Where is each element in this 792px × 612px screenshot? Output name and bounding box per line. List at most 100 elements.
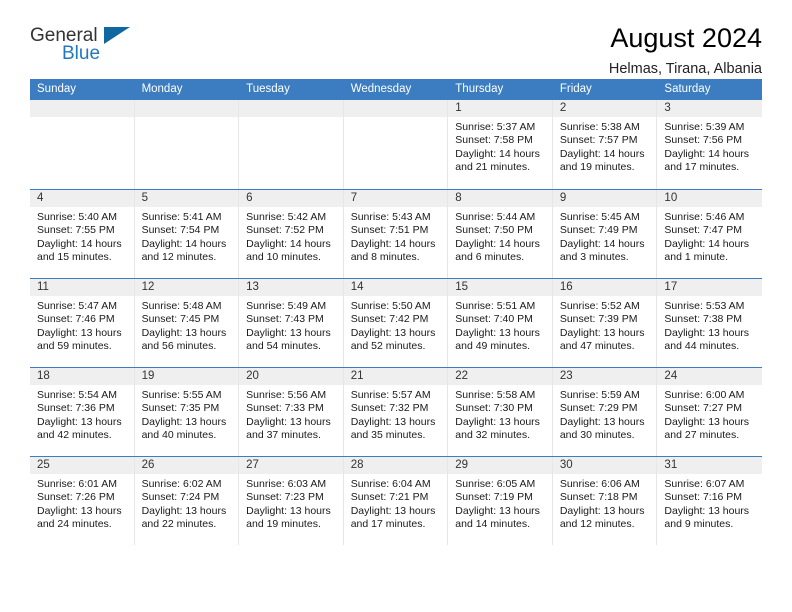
general-blue-logo[interactable]: General Blue [30, 24, 150, 72]
day-number: 9 [552, 190, 657, 207]
daylight-text: Daylight: 14 hours and 21 minutes. [455, 147, 540, 174]
weekday-header-row: Sunday Monday Tuesday Wednesday Thursday… [30, 79, 762, 100]
day-number: 18 [30, 368, 134, 385]
daylight-text: Daylight: 13 hours and 37 minutes. [246, 415, 331, 442]
sunset-text: Sunset: 7:35 PM [141, 402, 220, 415]
day-number: 24 [657, 368, 762, 385]
sunrise-text: Sunrise: 5:59 AM [559, 389, 640, 401]
calendar-day-cell[interactable]: 2 Sunrise: 5:38 AM Sunset: 7:57 PM Daylight… [552, 100, 658, 189]
calendar-day-cell[interactable]: 30 Sunrise: 6:06 AM Sunset: 7:18 PM Dayligh… [552, 457, 658, 545]
calendar-day-cell[interactable]: 3 Sunrise: 5:39 AM Sunset: 7:56 PM Daylight… [657, 100, 762, 189]
calendar-day-cell[interactable]: 14 Sunrise: 5:50 AM Sunset: 7:42 PM Dayligh… [343, 279, 449, 367]
calendar-day-cell[interactable]: 1 Sunrise: 5:37 AM Sunset: 7:58 PM Daylight… [448, 100, 553, 189]
calendar-day-cell[interactable]: 20 Sunrise: 5:56 AM Sunset: 7:33 PM Dayligh… [239, 368, 344, 456]
day-details: Sunrise: 6:02 AM Sunset: 7:24 PM Daylight:… [135, 474, 239, 532]
day-details: Sunrise: 5:40 AM Sunset: 7:55 PM Daylight:… [30, 207, 134, 265]
sunset-text: Sunset: 7:49 PM [559, 224, 638, 237]
calendar-day-cell[interactable]: 15 Sunrise: 5:51 AM Sunset: 7:40 PM Dayligh… [448, 279, 553, 367]
calendar-day-cell[interactable]: 19 Sunrise: 5:55 AM Sunset: 7:35 PM Dayligh… [134, 368, 240, 456]
daylight-text: Daylight: 14 hours and 8 minutes. [350, 237, 436, 264]
daylight-text: Daylight: 13 hours and 49 minutes. [455, 326, 540, 353]
day-details: Sunrise: 5:57 AM Sunset: 7:32 PM Daylight:… [344, 385, 448, 443]
day-number: 22 [448, 368, 552, 385]
calendar-day-cell-empty [343, 100, 449, 189]
day-number: 25 [30, 457, 134, 474]
calendar-day-cell[interactable]: 6 Sunrise: 5:42 AM Sunset: 7:52 PM Daylight… [239, 190, 344, 278]
sunrise-text: Sunrise: 5:47 AM [37, 300, 117, 312]
daylight-text: Daylight: 13 hours and 44 minutes. [664, 326, 750, 353]
sunset-text: Sunset: 7:24 PM [141, 491, 220, 504]
day-details: Sunrise: 5:39 AM Sunset: 7:56 PM Daylight:… [657, 117, 762, 175]
daylight-text: Daylight: 13 hours and 42 minutes. [37, 415, 122, 442]
calendar-day-cell[interactable]: 12 Sunrise: 5:48 AM Sunset: 7:45 PM Dayligh… [134, 279, 240, 367]
calendar-day-cell[interactable]: 10 Sunrise: 5:46 AM Sunset: 7:47 PM Dayligh… [657, 190, 762, 278]
sunset-text: Sunset: 7:51 PM [350, 224, 429, 237]
calendar-week-row: 18 Sunrise: 5:54 AM Sunset: 7:36 PM Dayligh… [30, 367, 762, 456]
sunset-text: Sunset: 7:23 PM [246, 491, 324, 504]
sunrise-text: Sunrise: 5:53 AM [664, 300, 745, 312]
sunrise-text: Sunrise: 5:39 AM [664, 121, 745, 133]
sunset-text: Sunset: 7:47 PM [664, 224, 743, 237]
calendar-day-cell[interactable]: 11 Sunrise: 5:47 AM Sunset: 7:46 PM Dayligh… [30, 279, 135, 367]
calendar-day-cell[interactable]: 28 Sunrise: 6:04 AM Sunset: 7:21 PM Dayligh… [343, 457, 449, 545]
day-number: 19 [134, 368, 239, 385]
sunrise-text: Sunrise: 6:01 AM [37, 478, 117, 490]
day-number: 23 [552, 368, 657, 385]
sunset-text: Sunset: 7:39 PM [559, 313, 638, 326]
day-details: Sunrise: 5:56 AM Sunset: 7:33 PM Daylight:… [239, 385, 343, 443]
calendar-day-cell[interactable]: 13 Sunrise: 5:49 AM Sunset: 7:43 PM Dayligh… [239, 279, 344, 367]
daylight-text: Daylight: 13 hours and 22 minutes. [141, 504, 227, 531]
calendar-day-cell[interactable]: 27 Sunrise: 6:03 AM Sunset: 7:23 PM Dayligh… [239, 457, 344, 545]
day-number [134, 100, 239, 117]
calendar-day-cell[interactable]: 18 Sunrise: 5:54 AM Sunset: 7:36 PM Dayligh… [30, 368, 135, 456]
calendar-day-cell[interactable]: 7 Sunrise: 5:43 AM Sunset: 7:51 PM Daylight… [343, 190, 449, 278]
day-number [239, 100, 343, 117]
calendar-day-cell[interactable]: 17 Sunrise: 5:53 AM Sunset: 7:38 PM Dayligh… [657, 279, 762, 367]
daylight-text: Daylight: 14 hours and 6 minutes. [455, 237, 540, 264]
sunset-text: Sunset: 7:30 PM [455, 402, 533, 415]
calendar-day-cell[interactable]: 25 Sunrise: 6:01 AM Sunset: 7:26 PM Dayligh… [30, 457, 135, 545]
sunset-text: Sunset: 7:19 PM [455, 491, 533, 504]
day-number: 20 [239, 368, 343, 385]
daylight-text: Daylight: 13 hours and 12 minutes. [559, 504, 645, 531]
calendar-day-cell[interactable]: 16 Sunrise: 5:52 AM Sunset: 7:39 PM Dayligh… [552, 279, 658, 367]
day-number: 10 [657, 190, 762, 207]
calendar-day-cell[interactable]: 4 Sunrise: 5:40 AM Sunset: 7:55 PM Daylight… [30, 190, 135, 278]
title-block: August 2024 Helmas, Tirana, Albania [609, 23, 762, 78]
sunrise-text: Sunrise: 5:58 AM [455, 389, 536, 401]
calendar-day-cell[interactable]: 9 Sunrise: 5:45 AM Sunset: 7:49 PM Daylight… [552, 190, 658, 278]
day-details: Sunrise: 5:53 AM Sunset: 7:38 PM Daylight:… [657, 296, 762, 354]
sunset-text: Sunset: 7:38 PM [664, 313, 743, 326]
calendar-day-cell[interactable]: 22 Sunrise: 5:58 AM Sunset: 7:30 PM Dayligh… [448, 368, 553, 456]
calendar-day-cell[interactable]: 5 Sunrise: 5:41 AM Sunset: 7:54 PM Daylight… [134, 190, 240, 278]
calendar-day-cell[interactable]: 29 Sunrise: 6:05 AM Sunset: 7:19 PM Dayligh… [448, 457, 553, 545]
day-details: Sunrise: 5:38 AM Sunset: 7:57 PM Daylight:… [553, 117, 657, 175]
calendar-day-cell[interactable]: 23 Sunrise: 5:59 AM Sunset: 7:29 PM Dayligh… [552, 368, 658, 456]
calendar-day-cell[interactable]: 24 Sunrise: 6:00 AM Sunset: 7:27 PM Dayligh… [657, 368, 762, 456]
day-number: 28 [343, 457, 448, 474]
calendar-week-row: 25 Sunrise: 6:01 AM Sunset: 7:26 PM Dayligh… [30, 456, 762, 545]
daylight-text: Daylight: 13 hours and 59 minutes. [37, 326, 122, 353]
calendar-day-cell[interactable]: 21 Sunrise: 5:57 AM Sunset: 7:32 PM Dayligh… [343, 368, 449, 456]
calendar-grid: Sunday Monday Tuesday Wednesday Thursday… [30, 79, 762, 545]
day-details: Sunrise: 5:43 AM Sunset: 7:51 PM Daylight:… [344, 207, 448, 265]
calendar-page: General Blue August 2024 Helmas, Tirana,… [0, 0, 792, 612]
daylight-text: Daylight: 14 hours and 3 minutes. [559, 237, 645, 264]
sunset-text: Sunset: 7:32 PM [350, 402, 429, 415]
calendar-day-cell[interactable]: 26 Sunrise: 6:02 AM Sunset: 7:24 PM Dayligh… [134, 457, 240, 545]
day-number: 14 [343, 279, 448, 296]
calendar-day-cell[interactable]: 8 Sunrise: 5:44 AM Sunset: 7:50 PM Daylight… [448, 190, 553, 278]
weekday-header-saturday: Saturday [664, 83, 711, 95]
daylight-text: Daylight: 14 hours and 15 minutes. [37, 237, 122, 264]
day-number: 12 [134, 279, 239, 296]
sunset-text: Sunset: 7:42 PM [350, 313, 429, 326]
calendar-day-cell[interactable]: 31 Sunrise: 6:07 AM Sunset: 7:16 PM Dayligh… [657, 457, 762, 545]
weekday-header-monday: Monday [141, 83, 183, 95]
day-number: 4 [30, 190, 134, 207]
day-details: Sunrise: 5:41 AM Sunset: 7:54 PM Daylight:… [135, 207, 239, 265]
sunset-text: Sunset: 7:40 PM [455, 313, 533, 326]
day-details: Sunrise: 5:44 AM Sunset: 7:50 PM Daylight:… [448, 207, 552, 265]
day-details: Sunrise: 5:55 AM Sunset: 7:35 PM Daylight:… [135, 385, 239, 443]
day-details: Sunrise: 5:47 AM Sunset: 7:46 PM Daylight:… [30, 296, 134, 354]
daylight-text: Daylight: 13 hours and 32 minutes. [455, 415, 540, 442]
